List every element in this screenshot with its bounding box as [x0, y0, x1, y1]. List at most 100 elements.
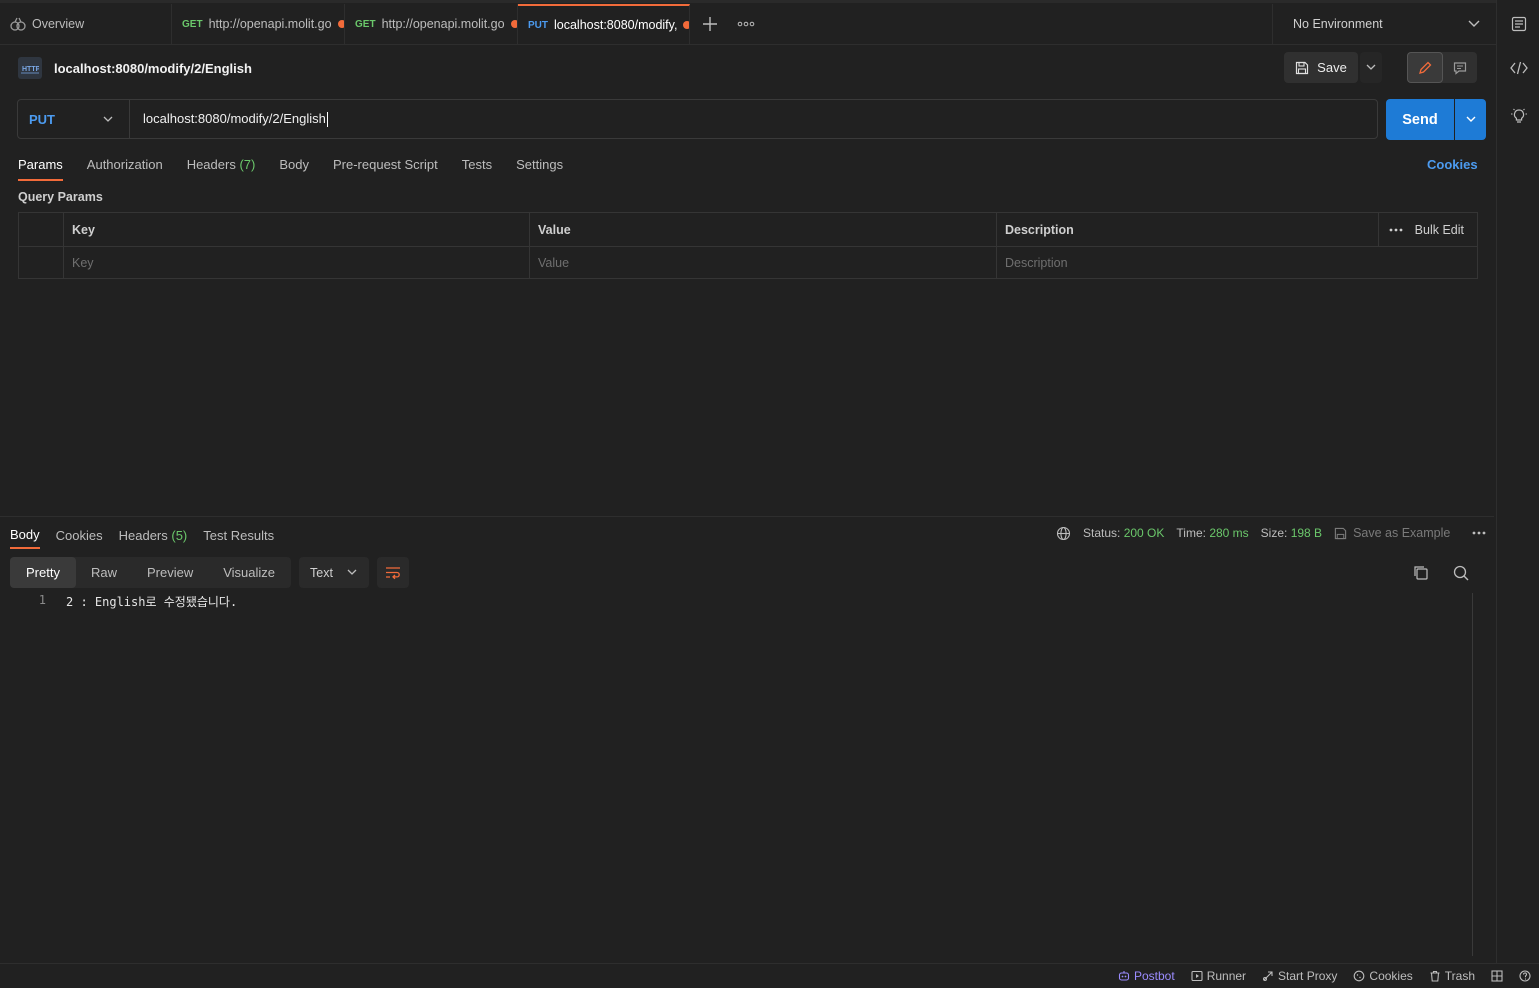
- postbot-label: Postbot: [1133, 969, 1175, 983]
- key-input[interactable]: Key: [64, 246, 530, 279]
- tab-body-label: Body: [279, 157, 309, 172]
- response-body-editor[interactable]: 1 2 : English로 수정됐습니다.: [10, 593, 237, 610]
- comment-icon: [1453, 61, 1467, 75]
- postbot-button[interactable]: Postbot: [1118, 969, 1175, 983]
- bulk-edit-button[interactable]: Bulk Edit: [1415, 223, 1464, 237]
- environment-selector[interactable]: No Environment: [1272, 4, 1496, 44]
- save-button[interactable]: Save: [1284, 52, 1358, 83]
- response-tab-test-results-label: Test Results: [203, 527, 275, 543]
- tab-label: http://openapi.molit.go: [208, 17, 332, 31]
- tab-params[interactable]: Params: [18, 152, 63, 181]
- text-cursor: [326, 112, 328, 128]
- view-raw[interactable]: Raw: [76, 557, 132, 588]
- tab-request-get-1[interactable]: GET http://openapi.molit.go: [172, 4, 345, 44]
- svg-text:HTTP: HTTP: [22, 66, 39, 73]
- value-column-header: Value: [530, 213, 997, 246]
- more-options-icon[interactable]: [1389, 228, 1403, 232]
- lightbulb-icon[interactable]: [1509, 106, 1529, 126]
- save-icon: [1334, 527, 1347, 540]
- view-preview[interactable]: Preview: [132, 557, 208, 588]
- save-options-button[interactable]: [1360, 52, 1382, 83]
- response-headers-count-badge: (5): [171, 527, 188, 543]
- tab-tests[interactable]: Tests: [462, 152, 492, 181]
- description-input[interactable]: Description: [997, 246, 1477, 279]
- response-meta: Status: 200 OK Time: 280 ms Size: 198 B …: [1056, 524, 1486, 542]
- environment-quick-look-icon[interactable]: [1509, 14, 1529, 34]
- request-tabs: Params Authorization Headers (7) Body Pr…: [18, 152, 563, 182]
- response-tab-test-results[interactable]: Test Results: [203, 521, 274, 549]
- comments-button[interactable]: [1443, 52, 1477, 83]
- wrap-lines-icon: [385, 566, 401, 580]
- response-line: 2 : English로 수정됐습니다.: [66, 595, 238, 609]
- time-info[interactable]: Time: 280 ms: [1176, 526, 1248, 540]
- postbot-icon: [1118, 970, 1130, 982]
- response-tab-headers[interactable]: Headers (5): [119, 521, 188, 549]
- tab-body[interactable]: Body: [279, 152, 309, 181]
- tab-overview[interactable]: Overview: [0, 4, 172, 44]
- save-icon: [1295, 61, 1309, 75]
- view-visualize[interactable]: Visualize: [208, 557, 290, 588]
- globe-icon[interactable]: [1056, 526, 1071, 541]
- tab-headers[interactable]: Headers (7): [187, 152, 256, 181]
- save-label: Save: [1317, 60, 1347, 75]
- tab-tests-label: Tests: [461, 157, 493, 172]
- size-info[interactable]: Size: 198 B: [1261, 526, 1322, 540]
- value-input[interactable]: Value: [530, 246, 997, 279]
- more-options-icon[interactable]: [1472, 531, 1486, 535]
- cookies-button[interactable]: Cookies: [1353, 969, 1413, 983]
- code-snippet-icon[interactable]: [1509, 58, 1529, 78]
- chevron-down-icon: [1468, 20, 1480, 28]
- response-resize-handle[interactable]: [0, 516, 1494, 517]
- tab-method: GET: [355, 18, 376, 30]
- response-view-tabs: Pretty Raw Preview Visualize: [10, 557, 291, 588]
- response-tab-headers-label: Headers: [118, 527, 168, 543]
- time-value: 280 ms: [1209, 526, 1249, 540]
- tab-prerequest-script[interactable]: Pre-request Script: [333, 152, 438, 181]
- chevron-down-icon: [1366, 64, 1376, 71]
- tab-prerequest-label: Pre-request Script: [332, 157, 438, 172]
- size-label: Size:: [1260, 526, 1288, 540]
- request-title-bar: HTTP localhost:8080/modify/2/English: [18, 56, 252, 80]
- send-button[interactable]: Send: [1386, 99, 1454, 140]
- response-tab-cookies[interactable]: Cookies: [56, 521, 103, 549]
- tab-request-put-active[interactable]: PUT localhost:8080/modify,: [518, 4, 690, 44]
- response-tab-body[interactable]: Body: [10, 521, 40, 549]
- copy-icon[interactable]: [1412, 564, 1430, 582]
- right-sidebar: [1496, 0, 1539, 963]
- save-as-example-button[interactable]: Save as Example: [1334, 526, 1450, 540]
- tab-label: localhost:8080/modify,: [554, 18, 678, 32]
- line-number: 1: [38, 593, 46, 607]
- tab-authorization-label: Authorization: [86, 157, 163, 172]
- send-options-button[interactable]: [1455, 99, 1486, 140]
- view-pretty[interactable]: Pretty: [10, 557, 76, 588]
- cookies-link[interactable]: Cookies: [1427, 157, 1478, 172]
- time-label: Time:: [1176, 526, 1206, 540]
- response-scrollbar[interactable]: [1472, 593, 1485, 956]
- tab-request-get-2[interactable]: GET http://openapi.molit.go: [345, 4, 518, 44]
- more-tabs-icon[interactable]: [737, 16, 755, 32]
- tab-settings[interactable]: Settings: [516, 152, 563, 181]
- edit-mode-button[interactable]: [1407, 52, 1443, 83]
- request-title[interactable]: localhost:8080/modify/2/English: [54, 61, 252, 76]
- tab-authorization[interactable]: Authorization: [87, 152, 163, 181]
- tab-settings-label: Settings: [516, 157, 564, 172]
- url-input[interactable]: localhost:8080/modify/2/English: [130, 111, 1377, 128]
- unsaved-dot-icon: [337, 20, 344, 28]
- help-icon[interactable]: [1519, 970, 1531, 982]
- status-info[interactable]: Status: 200 OK: [1083, 526, 1164, 540]
- row-checkbox-cell: [19, 246, 64, 279]
- new-tab-plus-icon[interactable]: [700, 14, 720, 34]
- method-select[interactable]: PUT: [18, 100, 130, 138]
- proxy-icon: [1262, 970, 1274, 982]
- cookie-icon: [1353, 970, 1365, 982]
- runner-button[interactable]: Runner: [1191, 969, 1246, 983]
- wrap-lines-button[interactable]: [377, 557, 409, 588]
- unsaved-dot-icon: [683, 21, 689, 29]
- start-proxy-button[interactable]: Start Proxy: [1262, 969, 1337, 983]
- two-pane-view-icon[interactable]: [1491, 970, 1503, 982]
- search-icon[interactable]: [1452, 564, 1470, 582]
- format-select[interactable]: Text: [299, 557, 369, 588]
- trash-button[interactable]: Trash: [1429, 969, 1475, 983]
- overview-icon: [10, 17, 26, 31]
- http-icon: HTTP: [18, 57, 42, 79]
